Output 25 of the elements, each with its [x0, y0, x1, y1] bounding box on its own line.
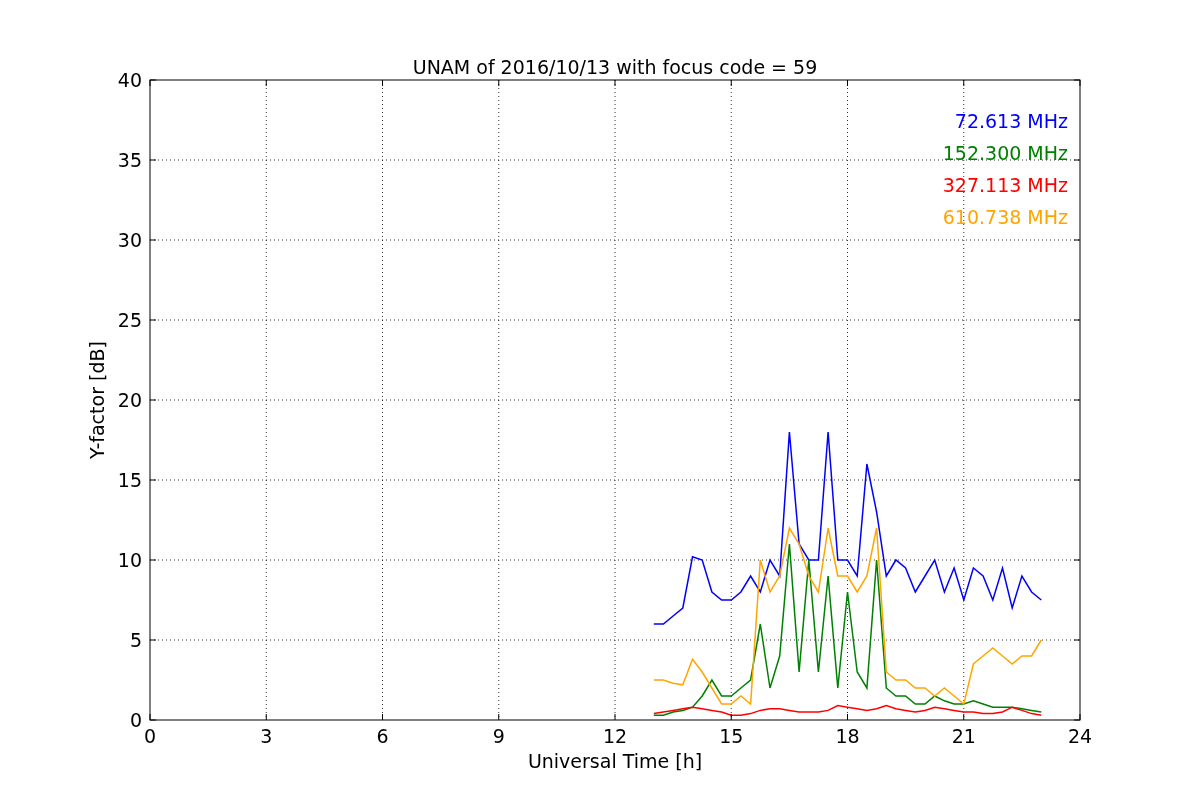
x-tick-label: 15 [719, 725, 744, 747]
y-tick-label: 25 [117, 309, 142, 331]
y-tick-label: 0 [129, 709, 142, 731]
legend-label: 152.300 MHz [942, 142, 1068, 164]
legend-label: 327.113 MHz [942, 174, 1068, 196]
x-axis-label: Universal Time [h] [527, 750, 703, 772]
x-tick-label: 18 [835, 725, 860, 747]
y-tick-label: 40 [117, 69, 142, 91]
y-tick-label: 30 [117, 229, 142, 251]
y-tick-label: 35 [117, 149, 142, 171]
x-tick-label: 21 [951, 725, 976, 747]
x-tick-label: 12 [602, 725, 628, 747]
y-tick-label: 20 [117, 389, 142, 411]
y-axis-label: Y-factor [dB] [86, 341, 108, 459]
x-tick-label: 24 [1067, 725, 1093, 747]
legend-label: 610.738 MHz [942, 206, 1068, 228]
x-tick-label: 6 [376, 725, 389, 747]
x-tick-label: 0 [143, 725, 157, 747]
x-tick-label: 3 [260, 725, 273, 747]
chart-title: UNAM of 2016/10/13 with focus code = 59 [412, 56, 818, 78]
legend-label: 72.613 MHz [954, 110, 1068, 132]
y-tick-label: 10 [117, 549, 142, 571]
x-tick-label: 9 [492, 725, 505, 747]
y-tick-label: 5 [129, 629, 142, 651]
y-tick-label: 15 [117, 469, 142, 491]
